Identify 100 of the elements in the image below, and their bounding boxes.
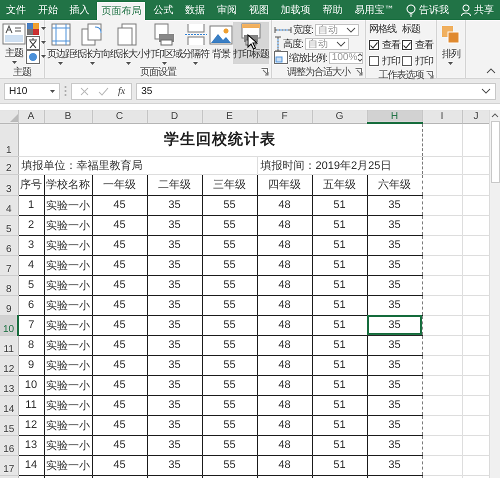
checkbox-label[interactable]: 打印 — [414, 54, 433, 68]
table-cell: 45 — [92, 315, 147, 335]
menu-tab[interactable]: 插入 — [66, 0, 94, 20]
column-header[interactable]: C — [92, 110, 147, 123]
row-header[interactable]: 13 — [0, 375, 18, 395]
table-cell: 35 — [367, 375, 422, 395]
table-cell: 5 — [18, 275, 44, 295]
ribbon-button[interactable]: 纸张方向 — [74, 22, 110, 64]
table-cell: 51 — [312, 335, 367, 355]
dialog-launcher-icon[interactable] — [426, 71, 434, 79]
row-header[interactable]: 6 — [0, 235, 18, 255]
checkbox-label[interactable]: 打印 — [382, 54, 400, 68]
share-button[interactable]: 共享 — [456, 0, 498, 20]
row-header[interactable]: 2 — [0, 156, 18, 174]
menu-tab[interactable]: 公式 — [149, 0, 178, 20]
field-label: 高度: — [283, 38, 303, 50]
column-heading-cell: 序号 — [18, 174, 44, 195]
table-cell: 45 — [92, 195, 147, 215]
row-header[interactable]: 5 — [0, 215, 18, 235]
table-cell: 55 — [202, 335, 257, 355]
row-header[interactable]: 3 — [0, 174, 18, 195]
caret-icon — [50, 90, 55, 92]
column-header[interactable]: I — [422, 110, 462, 123]
ribbon-button[interactable]: 排列 — [438, 22, 463, 64]
ribbon-button[interactable]: 纸张大小 — [110, 22, 146, 64]
table-cell: 48 — [257, 355, 312, 375]
row-header[interactable]: 4 — [0, 195, 18, 215]
ribbon-button[interactable]: 背景 — [209, 22, 233, 64]
ribbon-button[interactable]: 打印区域 — [146, 22, 182, 64]
row-header[interactable]: 10 — [0, 315, 18, 335]
checkbox[interactable] — [402, 40, 412, 50]
column-header[interactable]: G — [312, 110, 367, 123]
table-cell: 51 — [312, 275, 367, 295]
menu-tab[interactable]: 文件 — [2, 0, 30, 20]
scrollbar-thumb[interactable] — [490, 121, 500, 183]
theme-option-button[interactable] — [26, 36, 46, 49]
dialog-launcher-icon[interactable] — [354, 68, 363, 76]
row-header[interactable]: 7 — [0, 255, 18, 275]
row-header[interactable]: 1 — [0, 123, 18, 156]
menu-tab[interactable]: 审阅 — [212, 0, 241, 20]
row-header[interactable]: 8 — [0, 275, 18, 295]
checkbox[interactable] — [402, 56, 412, 66]
ribbon-button[interactable]: 主题 — [2, 22, 26, 64]
table-cell: 实验一小 — [44, 235, 92, 255]
column-heading-cell: 一年级 — [92, 174, 147, 195]
table-cell: 48 — [257, 415, 312, 435]
row-header[interactable]: 16 — [0, 435, 18, 455]
menu-tab[interactable]: 数据 — [181, 0, 210, 20]
column-header[interactable]: D — [147, 110, 202, 123]
theme-option-button[interactable] — [26, 22, 46, 35]
menu-tab[interactable]: 帮助 — [318, 0, 346, 20]
checkbox[interactable] — [368, 56, 379, 66]
table-cell: 35 — [147, 195, 202, 215]
checkbox-label[interactable]: 查看 — [382, 38, 400, 52]
table-cell: 48 — [257, 295, 312, 315]
insert-function-button[interactable]: fx — [118, 86, 126, 96]
name-box[interactable]: H10 — [4, 82, 60, 100]
drag-handle-icon[interactable] — [64, 85, 67, 97]
column-heading-cell: 学校名称 — [44, 174, 92, 195]
menu-tab[interactable]: 加载项 — [276, 0, 315, 20]
row-header[interactable]: 12 — [0, 355, 18, 375]
checkbox[interactable] — [368, 40, 379, 50]
spin-arrows-icon[interactable] — [357, 53, 364, 62]
tell-me-button[interactable]: 告诉我 — [402, 0, 454, 20]
checkmark-icon[interactable] — [98, 86, 109, 96]
checkbox-label[interactable]: 查看 — [414, 38, 433, 52]
table-cell: 35 — [367, 275, 422, 295]
ribbon-button[interactable]: 分隔符 — [182, 22, 209, 64]
column-header[interactable]: H — [367, 110, 422, 123]
column-header[interactable]: J — [462, 110, 490, 123]
table-cell: 35 — [367, 335, 422, 355]
column-header[interactable]: A — [18, 110, 44, 123]
row-header[interactable]: 14 — [0, 395, 18, 415]
row-header[interactable]: 9 — [0, 295, 18, 315]
option-heading: 标题 — [402, 22, 422, 36]
menu-tab[interactable]: 开始 — [34, 0, 62, 20]
row-header[interactable]: 11 — [0, 335, 18, 355]
vertical-scrollbar[interactable] — [489, 110, 500, 478]
option-heading: 网格线 — [368, 22, 398, 36]
row-header[interactable]: 15 — [0, 415, 18, 435]
table-cell: 35 — [147, 455, 202, 475]
menu-tab[interactable]: 页面布局 — [97, 2, 146, 20]
table-cell: 11 — [18, 395, 44, 415]
menu-tab[interactable]: 易用宝™ — [350, 0, 398, 20]
column-header[interactable]: F — [257, 110, 312, 123]
row-header[interactable]: 17 — [0, 455, 18, 475]
column-header[interactable]: B — [44, 110, 92, 123]
theme-option-button[interactable] — [26, 50, 46, 63]
table-cell: 51 — [312, 215, 367, 235]
table-cell: 48 — [257, 455, 312, 475]
table-cell: 35 — [147, 255, 202, 275]
scroll-up-icon[interactable] — [491, 113, 499, 118]
column-header[interactable]: E — [202, 110, 257, 123]
dialog-launcher-icon[interactable] — [261, 68, 269, 76]
table-cell: 35 — [147, 355, 202, 375]
formula-input-field[interactable]: 35 — [136, 82, 496, 100]
menu-tab[interactable]: 视图 — [244, 0, 273, 20]
ribbon-button[interactable]: 打印标题 — [233, 22, 269, 64]
ribbon-button[interactable]: 页边距 — [47, 22, 74, 64]
collapse-ribbon-icon[interactable] — [486, 68, 496, 74]
